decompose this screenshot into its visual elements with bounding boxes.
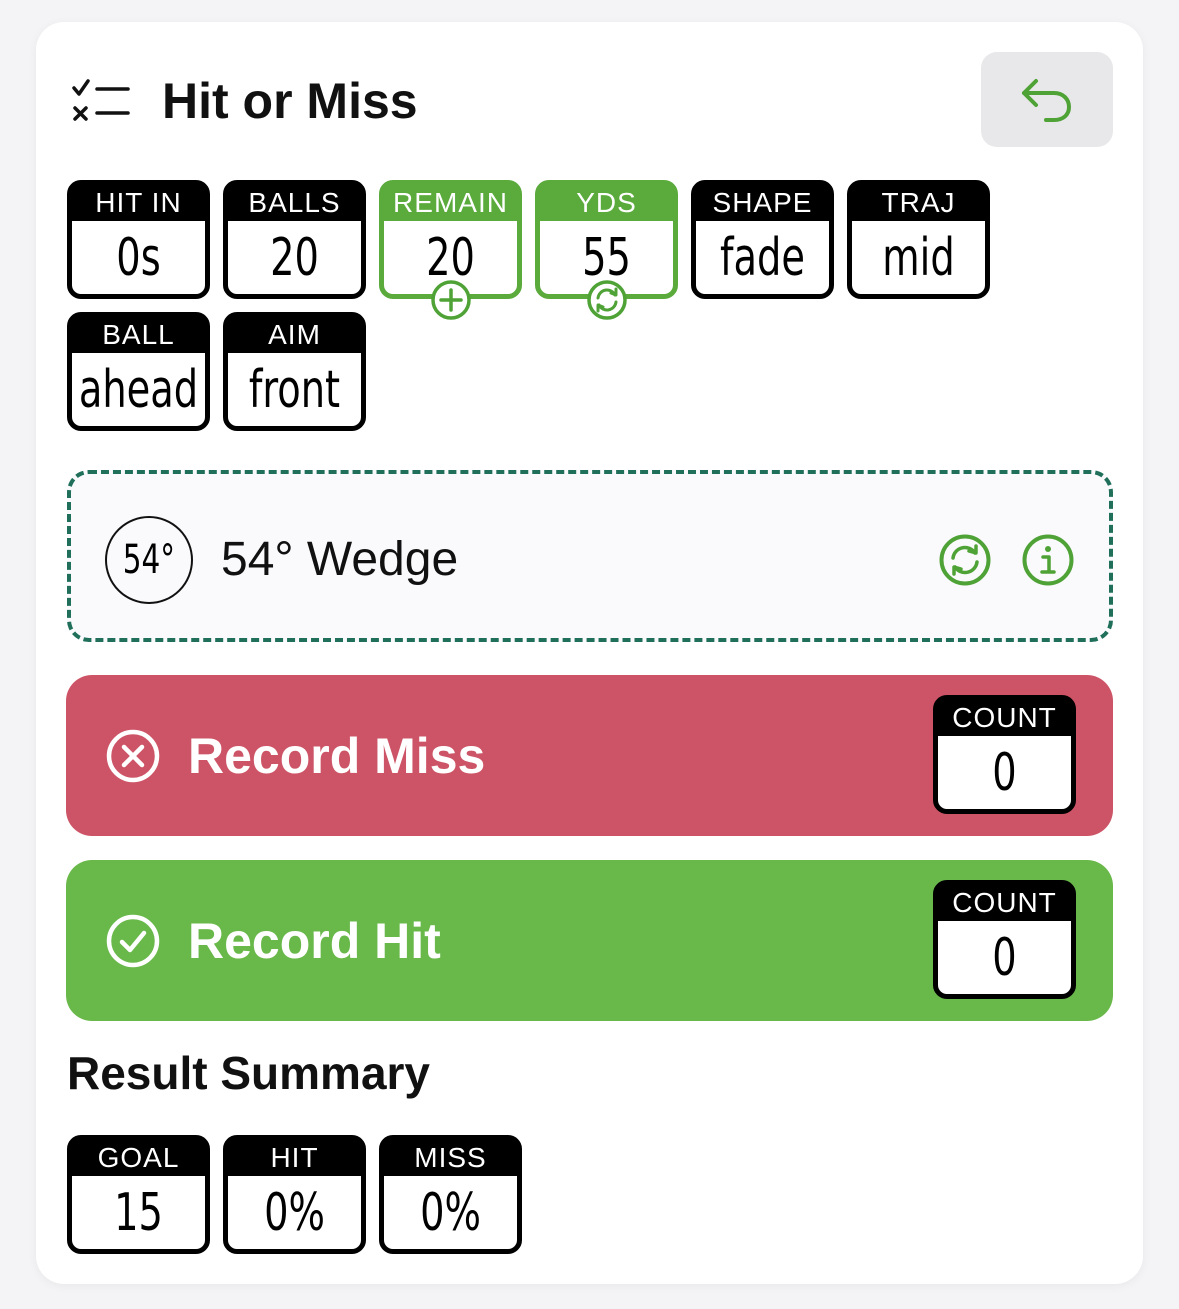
setting-remain[interactable]: REMAIN 20 [379, 180, 522, 320]
record-miss-button[interactable]: Record Miss COUNT 0 [66, 675, 1113, 836]
setting-label: BALLS [228, 185, 361, 221]
setting-value: 0s [116, 228, 161, 288]
count-label: COUNT [938, 700, 1071, 736]
setting-aim[interactable]: AIM front [223, 312, 366, 431]
setting-balls[interactable]: BALLS 20 [223, 180, 366, 299]
refresh-icon[interactable] [586, 280, 627, 320]
hit-count: COUNT 0 [933, 880, 1076, 999]
summary-miss: MISS 0% [379, 1135, 522, 1254]
summary-value: 0% [264, 1183, 325, 1243]
setting-shape[interactable]: SHAPE fade [691, 180, 834, 299]
club-badge-text: 54° [122, 537, 176, 583]
setting-label: YDS [540, 185, 673, 221]
setting-value: fade [720, 228, 805, 288]
setting-hit-in[interactable]: HIT IN 0s [67, 180, 210, 299]
record-hit-label: Record Hit [188, 913, 441, 969]
club-badge: 54° [105, 516, 193, 604]
setting-traj[interactable]: TRAJ mid [847, 180, 990, 299]
summary-title: Result Summary [67, 1047, 431, 1099]
x-circle-icon [106, 729, 160, 783]
record-miss-label: Record Miss [188, 728, 486, 784]
count-value: 0 [992, 743, 1017, 803]
setting-ball[interactable]: BALL ahead [67, 312, 210, 431]
setting-label: BALL [72, 317, 205, 353]
setting-label: AIM [228, 317, 361, 353]
count-value: 0 [992, 928, 1017, 988]
summary-hit: HIT 0% [223, 1135, 366, 1254]
checklist-icon [72, 79, 130, 121]
summary-value: 0% [420, 1183, 481, 1243]
count-label: COUNT [938, 885, 1071, 921]
summary-label: GOAL [72, 1140, 205, 1176]
page-title: Hit or Miss [162, 73, 418, 129]
miss-count: COUNT 0 [933, 695, 1076, 814]
setting-value: ahead [78, 360, 199, 420]
setting-value: front [248, 360, 341, 420]
summary-value: 15 [114, 1183, 163, 1243]
setting-value: 20 [270, 228, 319, 288]
undo-icon [1022, 78, 1072, 122]
setting-label: HIT IN [72, 185, 205, 221]
plus-icon[interactable] [430, 280, 471, 320]
summary-label: MISS [384, 1140, 517, 1176]
setting-value: mid [882, 228, 955, 288]
club-selector[interactable]: 54° 54° Wedge [67, 470, 1113, 642]
setting-yds[interactable]: YDS 55 [535, 180, 678, 320]
info-icon[interactable] [1022, 534, 1074, 586]
setting-label: TRAJ [852, 185, 985, 221]
swap-club-icon[interactable] [939, 534, 991, 586]
check-circle-icon [106, 914, 160, 968]
summary-goal: GOAL 15 [67, 1135, 210, 1254]
setting-label: REMAIN [384, 185, 517, 221]
setting-label: SHAPE [696, 185, 829, 221]
record-hit-button[interactable]: Record Hit COUNT 0 [66, 860, 1113, 1021]
club-name: 54° Wedge [221, 533, 459, 586]
summary-label: HIT [228, 1140, 361, 1176]
undo-button[interactable] [981, 52, 1113, 147]
